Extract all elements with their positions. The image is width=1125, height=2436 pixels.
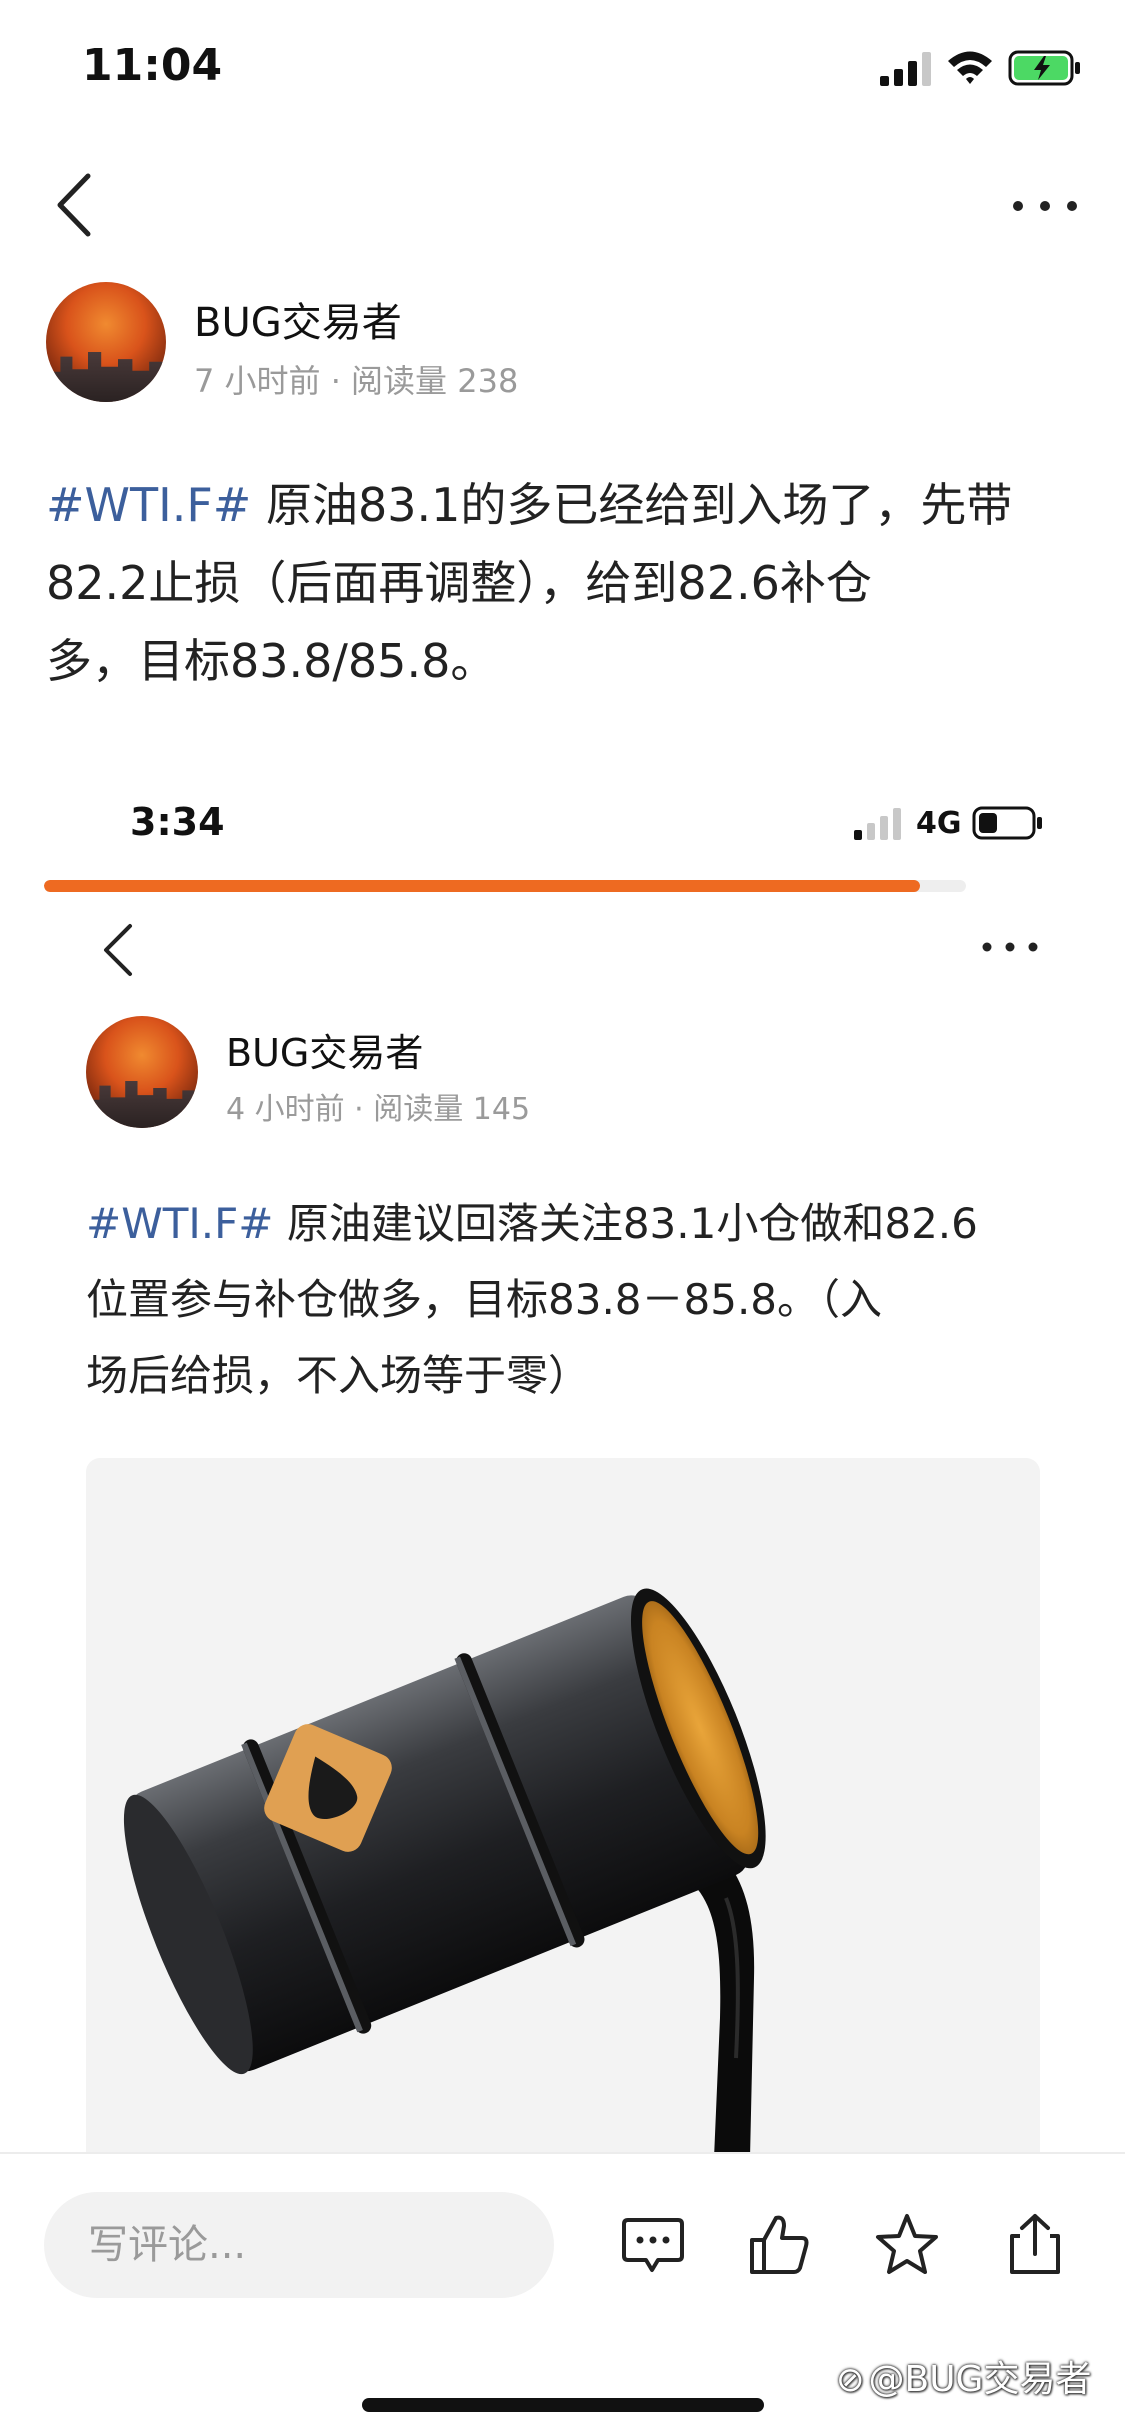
cellular-signal-icon: [880, 52, 931, 86]
post-line-2: 82.2止损（后面再调整），给到82.6补仓: [46, 556, 872, 610]
more-options-button[interactable]: [1010, 196, 1080, 216]
embedded-more-icon: [982, 942, 1038, 952]
post-meta: 7 小时前 · 阅读量 238: [194, 362, 519, 400]
reading-progress-fill: [44, 880, 920, 892]
wifi-icon: [948, 51, 992, 84]
post-line-1: #WTI.F# 原油83.1的多已经给到入场了，先带: [46, 478, 1013, 532]
oil-barrel-illustration: [123, 1588, 766, 2158]
home-indicator: [362, 2398, 764, 2412]
oil-barrel-image[interactable]: [86, 1458, 1040, 2158]
back-button[interactable]: [50, 170, 100, 240]
battery-charging-icon: [1008, 50, 1080, 86]
watermark: ⊘ @BUG交易者: [836, 2359, 1092, 2400]
like-icon[interactable]: [744, 2210, 814, 2280]
embedded-back-icon: [104, 924, 132, 976]
embedded-status-time: 3:34: [130, 800, 225, 844]
embedded-hashtag: #WTI.F#: [86, 1199, 274, 1248]
embedded-author-name: BUG交易者: [226, 1031, 424, 1075]
status-bar: 11:04: [0, 0, 1125, 140]
embedded-network-label: 4G: [916, 806, 962, 841]
post-line-3: 多，目标83.8/85.8。: [46, 634, 497, 688]
reading-progress-bar: [44, 880, 966, 892]
embedded-cellular-signal-icon: [854, 808, 901, 840]
embedded-battery-icon: [972, 806, 1042, 840]
share-icon[interactable]: [1000, 2210, 1070, 2280]
post-body: #WTI.F# 原油83.1的多已经给到入场了，先带 82.2止损（后面再调整）…: [46, 466, 1086, 700]
embedded-line-3: 场后给损，不入场等于零）: [86, 1351, 591, 1400]
status-time: 11:04: [82, 40, 223, 91]
author-name[interactable]: BUG交易者: [194, 290, 402, 348]
comment-icon[interactable]: [618, 2210, 688, 2280]
favorite-star-icon[interactable]: [872, 2210, 942, 2280]
embedded-post-meta: 4 小时前 · 阅读量 145: [226, 1092, 531, 1127]
comment-input[interactable]: [44, 2192, 554, 2298]
embedded-line-2: 位置参与补仓做多，目标83.8－85.8。（入: [86, 1275, 883, 1324]
embedded-post-body: #WTI.F# 原油建议回落关注83.1小仓做和82.6 位置参与补仓做多，目标…: [86, 1186, 1076, 1414]
avatar[interactable]: [46, 282, 166, 402]
hashtag-link[interactable]: #WTI.F#: [46, 478, 251, 532]
weibo-logo-icon: ⊘: [836, 2360, 865, 2400]
embedded-line-1: #WTI.F# 原油建议回落关注83.1小仓做和82.6: [86, 1199, 978, 1248]
embedded-avatar: [86, 1016, 198, 1128]
